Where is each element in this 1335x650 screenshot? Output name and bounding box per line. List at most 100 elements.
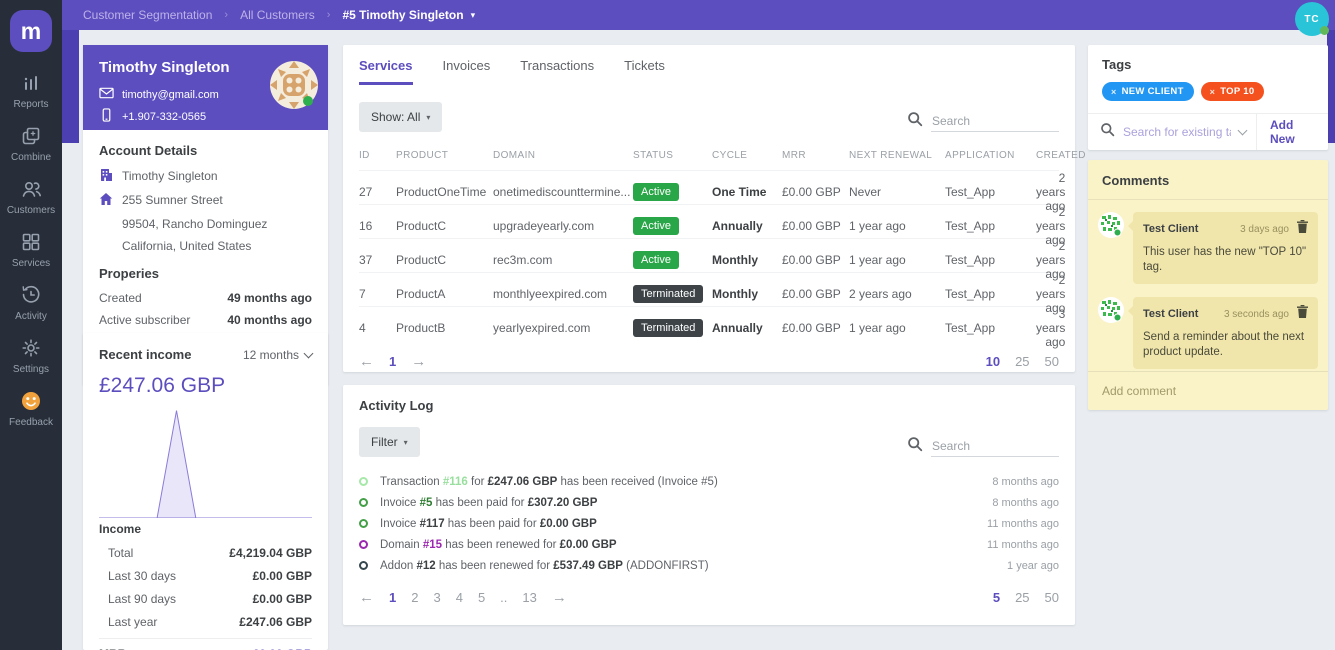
tag-label: TOP 10 xyxy=(1220,86,1255,97)
comments-title: Comments xyxy=(1088,160,1328,200)
remove-tag-icon[interactable]: × xyxy=(1210,87,1216,97)
log-timestamp: 8 months ago xyxy=(992,496,1059,509)
activity-log-card: Activity Log Filter ▾ Transaction #116 f… xyxy=(343,385,1075,625)
add-new-tag-button[interactable]: Add New xyxy=(1256,114,1328,150)
tab-invoices[interactable]: Invoices xyxy=(443,58,491,85)
tab-services[interactable]: Services xyxy=(359,58,413,85)
page-size-5[interactable]: 5 xyxy=(993,590,1000,605)
prev-page-arrow[interactable]: ← xyxy=(359,589,374,606)
sidebar-item-label: Services xyxy=(11,258,51,269)
column-header-status[interactable]: STATUS xyxy=(633,150,712,161)
table-row[interactable]: 4 ProductB yearlyexpired.com Terminated A… xyxy=(359,306,1065,349)
page-number[interactable]: 3 xyxy=(433,590,440,605)
page-size-10[interactable]: 10 xyxy=(986,354,1000,369)
activity-log-entry: Invoice #117 has been paid for £0.00 GBP… xyxy=(359,513,1059,534)
column-header-application[interactable]: APPLICATION xyxy=(945,150,1036,161)
sidebar-item-reports[interactable]: Reports xyxy=(13,72,49,110)
comment-bubble: Test Client 3 days ago This user has the… xyxy=(1128,212,1318,284)
property-row: Created 49 months ago xyxy=(99,291,312,305)
activity-search-input[interactable] xyxy=(931,436,1059,457)
customer-email[interactable]: timothy@gmail.com xyxy=(122,89,219,101)
page-number[interactable]: 4 xyxy=(456,590,463,605)
column-header-created[interactable]: CREATED xyxy=(1036,150,1086,161)
remove-tag-icon[interactable]: × xyxy=(1111,87,1117,97)
status-dot-icon xyxy=(359,540,368,549)
column-header-cycle[interactable]: CYCLE xyxy=(712,150,782,161)
property-label: Created xyxy=(99,291,142,305)
status-dot-icon xyxy=(359,561,368,570)
sidebar-item-label: Customers xyxy=(6,205,56,216)
sidebar-item-feedback[interactable]: Feedback xyxy=(9,390,53,428)
income-summary-title: Income xyxy=(99,522,142,536)
table-row[interactable]: 37 ProductC rec3m.com Active Monthly £0.00… xyxy=(359,238,1065,281)
activity-filter-dropdown[interactable]: Filter ▾ xyxy=(359,427,420,457)
recent-income-title: Recent income xyxy=(99,347,192,362)
breadcrumb-current-customer[interactable]: #5 Timothy Singleton xyxy=(342,8,463,22)
table-row[interactable]: 27 ProductOneTime onetimediscounttermine.… xyxy=(359,170,1065,213)
column-header-product[interactable]: PRODUCT xyxy=(396,150,493,161)
building-icon xyxy=(99,168,114,186)
income-row-label: Last year xyxy=(108,615,158,629)
services-search-input[interactable] xyxy=(931,111,1059,132)
tags-search-input[interactable] xyxy=(1123,125,1231,139)
add-comment-input[interactable] xyxy=(1102,384,1314,398)
column-header-domain[interactable]: DOMAIN xyxy=(493,150,633,161)
address-line-1: 255 Sumner Street xyxy=(122,193,223,207)
next-page-arrow[interactable]: → xyxy=(552,589,567,606)
delete-comment-icon[interactable] xyxy=(1297,305,1308,323)
table-row[interactable]: 16 ProductC upgradeyearly.com Active Annu… xyxy=(359,204,1065,247)
feedback-smiley-icon xyxy=(20,390,42,412)
chevron-down-icon[interactable] xyxy=(1237,125,1248,136)
caret-down-icon: ▾ xyxy=(426,112,431,122)
app-logo[interactable]: m xyxy=(10,10,52,52)
next-page-arrow[interactable]: → xyxy=(411,353,426,370)
page-size-50[interactable]: 50 xyxy=(1045,590,1059,605)
page-number[interactable]: 5 xyxy=(478,590,485,605)
app-sidebar: m Reports Combine Customers Services Act… xyxy=(0,0,62,650)
sidebar-item-label: Reports xyxy=(13,99,49,110)
sidebar-item-combine[interactable]: Combine xyxy=(11,125,51,163)
sidebar-item-services[interactable]: Services xyxy=(12,231,50,269)
phone-icon xyxy=(99,108,114,125)
user-avatar[interactable]: TC xyxy=(1295,2,1329,36)
income-row: Total £4,219.04 GBP xyxy=(99,546,312,560)
tab-tickets[interactable]: Tickets xyxy=(624,58,665,85)
prev-page-arrow[interactable]: ← xyxy=(359,353,374,370)
page-size-25[interactable]: 25 xyxy=(1015,590,1029,605)
column-header-next-renewal[interactable]: NEXT RENEWAL xyxy=(849,150,945,161)
comment-item: Test Client 3 seconds ago Send a reminde… xyxy=(1098,297,1318,369)
tab-transactions[interactable]: Transactions xyxy=(520,58,594,85)
page-number[interactable]: 13 xyxy=(522,590,536,605)
income-period-dropdown[interactable]: 12 months xyxy=(243,348,314,362)
income-row-label: Last 30 days xyxy=(108,569,177,583)
reports-icon xyxy=(20,72,42,94)
page-number[interactable]: 1 xyxy=(389,590,396,605)
tag-new-client[interactable]: × NEW CLIENT xyxy=(1102,82,1194,101)
table-row[interactable]: 7 ProductA monthlyeexpired.com Terminated… xyxy=(359,272,1065,315)
show-filter-dropdown[interactable]: Show: All ▾ xyxy=(359,102,443,132)
page-size-25[interactable]: 25 xyxy=(1015,354,1029,369)
commenter-avatar xyxy=(1098,297,1124,369)
sidebar-item-activity[interactable]: Activity xyxy=(15,284,47,322)
page-size-50[interactable]: 50 xyxy=(1045,354,1059,369)
breadcrumb-all-customers[interactable]: All Customers xyxy=(240,8,315,22)
page-number[interactable]: 2 xyxy=(411,590,418,605)
show-filter-label: Show: All xyxy=(371,110,421,124)
customer-phone[interactable]: +1.907-332-0565 xyxy=(122,111,206,123)
log-timestamp: 1 year ago xyxy=(1007,559,1059,572)
delete-comment-icon[interactable] xyxy=(1297,220,1308,238)
activity-log-entry: Addon #12 has been renewed for £537.49 G… xyxy=(359,555,1059,576)
sidebar-item-customers[interactable]: Customers xyxy=(7,178,55,216)
email-icon xyxy=(99,87,114,102)
activity-log-entry: Transaction #116 for £247.06 GBP has bee… xyxy=(359,471,1059,492)
column-header-id[interactable]: ID xyxy=(359,150,396,161)
sidebar-item-label: Combine xyxy=(10,152,52,163)
tag-top-10[interactable]: × TOP 10 xyxy=(1200,82,1265,101)
page-number[interactable]: 1 xyxy=(389,354,396,369)
chevron-down-icon[interactable]: ▾ xyxy=(471,10,476,21)
income-row-value: £0.00 GBP xyxy=(252,592,312,606)
property-label: Active subscriber xyxy=(99,313,191,327)
breadcrumb-customer-segmentation[interactable]: Customer Segmentation xyxy=(83,8,212,22)
sidebar-item-settings[interactable]: Settings xyxy=(13,337,49,375)
column-header-mrr[interactable]: MRR xyxy=(782,150,849,161)
